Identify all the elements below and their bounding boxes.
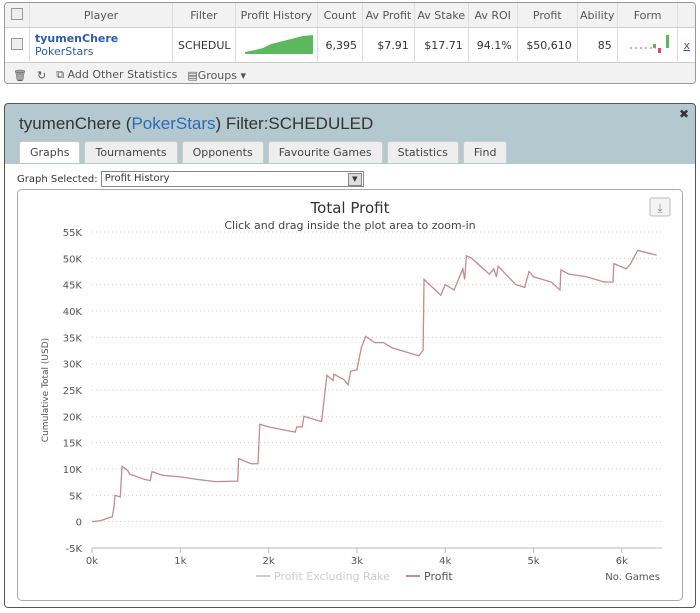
tab-find[interactable]: Find [462,141,508,163]
table-footer: 🗑 ↻ ⧉ Add Other Statistics ▤Groups ▾ [5,63,695,83]
dropdown-arrow-icon[interactable]: ▼ [347,173,362,186]
col-av-roi[interactable]: Av ROI [468,3,518,28]
y-tick-label: 40K [63,307,83,318]
y-tick-label: 0 [76,518,82,529]
chart-subtitle: Click and drag inside the plot area to z… [224,219,475,232]
add-stats-label: Add Other Statistics [67,68,178,81]
tab-content: Graph Selected: Profit History ▼ Total Pr… [5,164,695,607]
y-tick-label: 10K [63,465,83,476]
count-cell: 6,395 [317,27,364,63]
y-tick-label: 35K [63,333,83,344]
site-link[interactable]: PokerStars [35,45,94,58]
profit-cell: $50,610 [517,27,578,63]
title-site-link[interactable]: PokerStars [131,114,215,133]
title-player: tyumenChere [19,114,122,133]
form-svg [630,34,670,53]
graph-select-value: Profit History [104,173,170,184]
trash-icon[interactable]: 🗑 [13,69,27,82]
title-filter: ) Filter:SCHEDULED [215,114,374,133]
sparkline-svg [244,34,313,54]
y-tick-label: 25K [63,386,83,397]
stats-table-panel: Player Filter Profit History Count Av Pr… [4,2,696,84]
tab-favourite-games[interactable]: Favourite Games [267,141,383,163]
y-tick-label: 55K [63,228,83,239]
col-player[interactable]: Player [29,3,173,28]
col-count[interactable]: Count [317,3,364,28]
tab-statistics[interactable]: Statistics [386,141,459,163]
row-checkbox[interactable] [11,37,23,50]
profit-history-sparkline [235,27,318,63]
stats-table: Player Filter Profit History Count Av Pr… [5,3,695,63]
col-av-stake[interactable]: Av Stake [414,3,469,28]
tab-graphs[interactable]: Graphs [19,141,81,163]
y-tick-label: 15K [63,439,83,450]
col-profit-history[interactable]: Profit History [235,3,318,28]
y-tick-label: 45K [63,281,83,292]
sparkline-area [244,34,313,54]
select-all-checkbox[interactable] [11,7,23,20]
col-filter[interactable]: Filter [172,3,236,28]
y-tick-label: 5K [69,491,82,502]
profit-chart[interactable]: Total Profit Click and drag inside the pl… [18,190,682,600]
x-tick-label: 1k [174,556,186,567]
x-tick-label: 0k [86,556,98,567]
row-select [5,27,30,63]
av-profit-cell: $7.91 [362,27,415,63]
filter-cell: SCHEDUL [172,27,236,63]
col-profit[interactable]: Profit [517,3,578,28]
graph-selector: Graph Selected: Profit History ▼ [17,171,364,187]
player-dialog: tyumenChere (PokerStars) Filter:SCHEDULE… [4,103,696,608]
av-stake-cell: $17.71 [414,27,469,63]
form-sparkline [617,27,679,63]
close-icon[interactable]: ✖ [679,107,689,121]
y-tick-label: 50K [63,254,83,265]
remove-row-button[interactable]: x [677,27,695,63]
x-tick-label: 4k [439,556,451,567]
col-av-profit[interactable]: Av Profit [362,3,415,28]
av-roi-cell: 94.1% [468,27,518,63]
chart-title: Total Profit [310,199,390,217]
groups-label: Groups [197,68,237,82]
x-axis-label: No. Games [605,572,660,583]
x-tick-label: 6k [616,556,628,567]
col-ability[interactable]: Ability [577,3,618,28]
col-form[interactable]: Form [617,3,679,28]
x-tick-label: 3k [351,556,363,567]
tab-bar: Graphs Tournaments Opponents Favourite G… [19,141,508,163]
table-row: tyumenChere PokerStars SCHEDUL 6,395 $7.9… [5,27,695,63]
col-actions [677,3,695,28]
y-tick-label: 20K [63,412,83,423]
x-tick-label: 2k [263,556,275,567]
graph-label: Graph Selected: [17,174,98,185]
groups-icon: ▤ [187,68,198,82]
player-cell: tyumenChere PokerStars [29,27,173,63]
y-tick-label: 30K [63,360,83,371]
dialog-title: tyumenChere (PokerStars) Filter:SCHEDULE… [19,114,373,134]
download-icon: ⤓ [657,201,663,215]
groups-button[interactable]: ▤Groups ▾ [187,69,246,82]
chevron-down-icon: ▾ [240,68,247,82]
copy-icon: ⧉ [56,68,65,81]
title-paren: ( [121,114,132,133]
legend-profit: Profit [424,570,453,583]
y-tick-label: -5K [65,544,82,555]
player-link[interactable]: tyumenChere [35,32,118,45]
y-axis-label: Cumulative Total (USD) [41,338,51,442]
legend-profit-excl-rake: Profit Excluding Rake [274,570,390,583]
chart-container: Total Profit Click and drag inside the pl… [17,189,683,601]
profit-series-line [91,249,657,523]
ability-cell: 85 [577,27,618,63]
x-tick-label: 5k [527,556,539,567]
tab-opponents[interactable]: Opponents [181,141,264,163]
graph-select[interactable]: Profit History ▼ [100,171,364,187]
add-stats-button[interactable]: ⧉ Add Other Statistics [56,68,177,82]
select-all-header [5,3,30,28]
refresh-icon[interactable]: ↻ [37,69,46,82]
tab-tournaments[interactable]: Tournaments [84,141,178,163]
